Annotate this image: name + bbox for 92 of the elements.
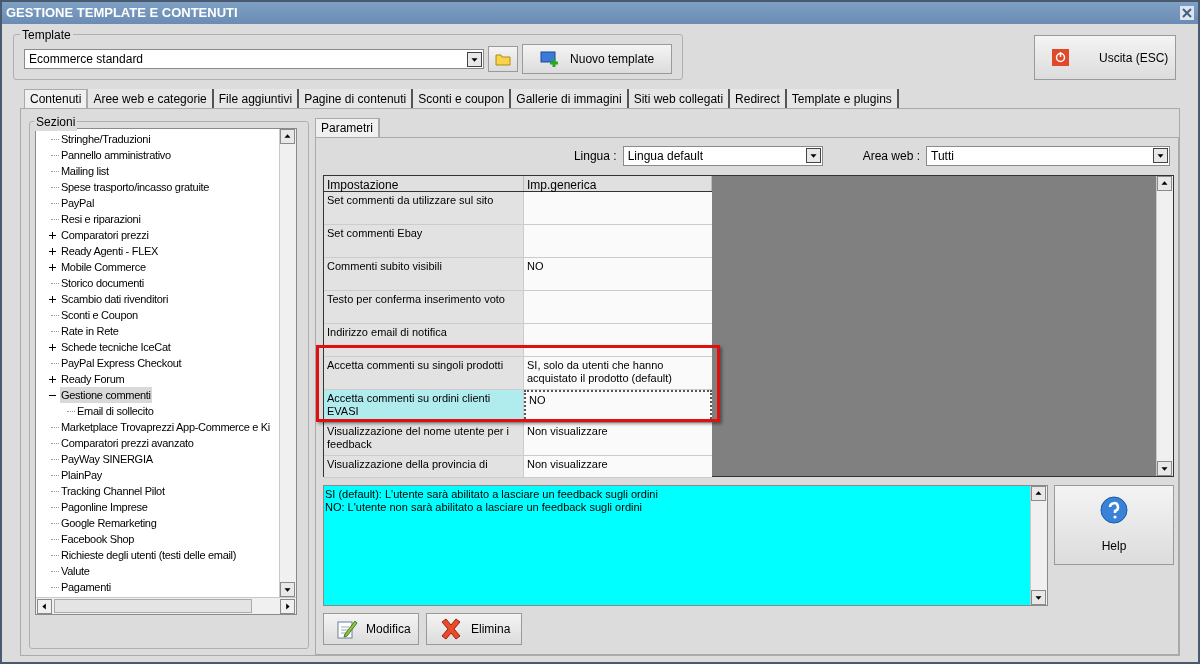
- tree-item[interactable]: Marketplace Trovaprezzi App-Commerce e Ki: [60, 418, 271, 436]
- tree-item[interactable]: Storico documenti: [60, 274, 145, 292]
- tree-item[interactable]: Google Remarketing: [60, 514, 158, 532]
- tree-item[interactable]: Facebook Shop: [60, 530, 136, 548]
- tree-item[interactable]: Ready Forum: [60, 370, 126, 388]
- setting-cell[interactable]: Commenti subito visibili: [324, 257, 524, 290]
- tree-item[interactable]: Sconti e Coupon: [60, 306, 139, 324]
- power-icon: [1052, 49, 1069, 66]
- setting-cell[interactable]: Set commenti da utilizzare sul sito: [324, 191, 524, 224]
- setting-cell[interactable]: Set commenti Ebay: [324, 224, 524, 257]
- value-cell[interactable]: NO: [524, 257, 712, 290]
- tree-item[interactable]: Pannello amministrativo: [60, 146, 172, 164]
- scroll-thumb[interactable]: [54, 599, 252, 613]
- scroll-right-icon[interactable]: [280, 598, 295, 614]
- expand-icon[interactable]: [48, 247, 56, 255]
- expand-icon[interactable]: [48, 295, 56, 303]
- tree-item[interactable]: Tracking Channel Pilot: [60, 482, 166, 500]
- help-button[interactable]: Help: [1054, 484, 1174, 565]
- value-cell[interactable]: [524, 191, 712, 224]
- tree-item[interactable]: Richieste degli utenti (testi delle email): [60, 546, 238, 564]
- close-icon[interactable]: [1180, 6, 1194, 20]
- value-cell[interactable]: [524, 224, 712, 257]
- tree-item[interactable]: PayPal: [60, 194, 96, 212]
- column-header[interactable]: Impostazione: [324, 175, 524, 191]
- tree-item[interactable]: Comparatori prezzi avanzato: [60, 434, 195, 452]
- tree-item[interactable]: Comparatori prezzi: [60, 226, 150, 244]
- value-cell[interactable]: Non visualizzare: [524, 422, 712, 455]
- dropdown[interactable]: Tutti: [926, 145, 1170, 166]
- tree-item[interactable]: Schede tecniche IceCat: [60, 338, 172, 356]
- expand-icon[interactable]: [48, 343, 56, 351]
- tree-item[interactable]: Pagonline Imprese: [60, 498, 149, 516]
- setting-cell[interactable]: Visualizzazione del nome utente per i feedback: [324, 422, 524, 455]
- setting-cell[interactable]: Visualizzazione della provincia di: [324, 455, 524, 477]
- setting-cell[interactable]: Accetta commenti su singoli prodotti: [324, 356, 524, 389]
- dropdown-value: Ecommerce standard: [29, 51, 144, 68]
- tab[interactable]: Aree web e categorie: [88, 89, 214, 108]
- description-text: SI (default): L'utente sarà abilitato a lasciare un feedback sugli ordini NO: L'utente non sarà abilitato a lasciare un feedback sugli ordini: [324, 486, 659, 515]
- tree-item[interactable]: Pagamenti: [60, 578, 112, 596]
- scroll-down-icon[interactable]: [280, 582, 295, 597]
- tree-item[interactable]: Email di sollecito: [76, 402, 155, 420]
- expand-icon[interactable]: [48, 375, 56, 383]
- tab[interactable]: Gallerie di immagini: [511, 89, 629, 108]
- dropdown[interactable]: Ecommerce standard: [24, 49, 485, 69]
- tab[interactable]: Contenuti: [24, 89, 89, 108]
- tree-item[interactable]: Gestione commenti: [60, 386, 152, 404]
- expand-icon[interactable]: [48, 263, 56, 271]
- tree-item[interactable]: Stringhe/Traduzioni: [60, 130, 152, 148]
- scroll-left-icon[interactable]: [37, 598, 52, 614]
- value-cell[interactable]: Non visualizzare: [524, 455, 712, 477]
- setting-cell[interactable]: Testo per conferma inserimento voto: [324, 290, 524, 323]
- tree-item[interactable]: Valute: [60, 562, 91, 580]
- exit-button[interactable]: Uscita (ESC): [1034, 35, 1176, 80]
- tree-item[interactable]: Rate in Rete: [60, 322, 120, 340]
- tree-item[interactable]: Mobile Commerce: [60, 258, 147, 276]
- tree-item[interactable]: Mailing list: [60, 162, 110, 180]
- tree-item[interactable]: Ready Agenti - FLEX: [60, 242, 160, 260]
- value-cell[interactable]: SI, solo da utenti che hanno acquistato il prodotto (default): [524, 356, 712, 389]
- tree-item[interactable]: Scambio dati rivenditori: [60, 290, 170, 308]
- tab[interactable]: Pagine di contenuti: [299, 89, 414, 108]
- dropdown-value: Lingua default: [627, 147, 704, 165]
- scroll-up-icon[interactable]: [1157, 175, 1172, 191]
- folder-button[interactable]: [488, 46, 519, 72]
- tree-item[interactable]: Resi e riparazioni: [60, 210, 142, 228]
- edit-button[interactable]: Modifica: [323, 612, 419, 645]
- tab[interactable]: Redirect: [730, 89, 787, 108]
- tab[interactable]: Sconti e coupon: [413, 89, 512, 108]
- scroll-up-icon[interactable]: [280, 129, 295, 144]
- delete-button[interactable]: Elimina: [426, 612, 522, 645]
- tab[interactable]: Parametri: [315, 117, 380, 137]
- scroll-down-icon[interactable]: [1157, 460, 1172, 476]
- dropdown-value: Tutti: [931, 147, 954, 165]
- new-template-button[interactable]: Nuovo template: [522, 44, 672, 74]
- horizontal-scrollbar[interactable]: [36, 597, 296, 614]
- folder-icon: [495, 52, 512, 66]
- delete-icon: [439, 616, 463, 641]
- filter-label: Lingua :: [573, 147, 617, 165]
- expand-icon[interactable]: [48, 231, 56, 239]
- new-window-icon: [540, 51, 561, 67]
- tab[interactable]: Template e plugins: [786, 89, 899, 108]
- scroll-down-icon[interactable]: [1031, 589, 1046, 605]
- value-cell[interactable]: [524, 290, 712, 323]
- tree-item[interactable]: PlainPay: [60, 466, 103, 484]
- help-icon: [1099, 494, 1129, 525]
- tab[interactable]: Siti web collegati: [628, 89, 731, 108]
- tree-item[interactable]: PayPal Express Checkout: [60, 354, 183, 372]
- tree-item[interactable]: PayWay SINERGIA: [60, 450, 154, 468]
- scroll-up-icon[interactable]: [1031, 485, 1046, 501]
- dropdown[interactable]: Lingua default: [622, 145, 823, 166]
- tree-item[interactable]: Spese trasporto/incasso gratuite: [60, 178, 211, 196]
- tab[interactable]: File aggiuntivi: [213, 89, 300, 108]
- filter-label: Area web :: [862, 147, 920, 165]
- window-title: GESTIONE TEMPLATE E CONTENUTI: [6, 4, 238, 23]
